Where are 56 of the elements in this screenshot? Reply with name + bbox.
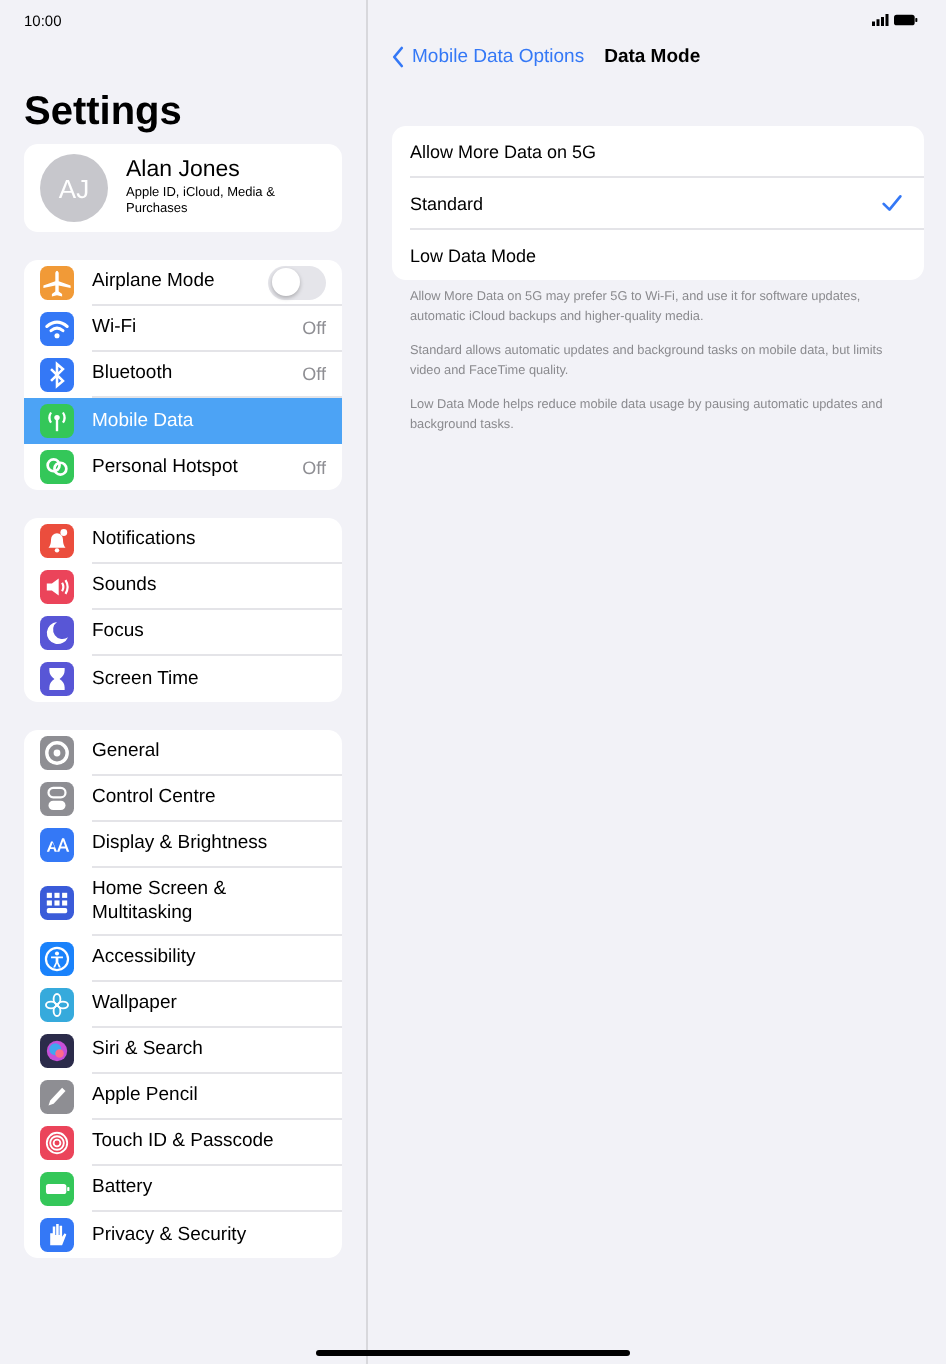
row-value: Off [302,457,326,477]
settings-row[interactable]: Control Centre [24,776,342,822]
row-label: Airplane Mode [92,270,215,294]
option-row[interactable]: Standard [410,178,924,230]
row-label: Privacy & Security [92,1223,247,1247]
battery-icon [894,14,918,26]
row-label: Personal Hotspot [92,455,238,479]
row-value: Off [302,364,326,384]
row-label: Mobile Data [92,409,194,433]
row-label: Focus [92,620,144,644]
settings-row[interactable]: General [24,730,342,776]
row-label: Accessibility [92,946,196,970]
settings-row[interactable]: Notifications [24,518,342,564]
settings-row[interactable]: Personal Hotspot Off [24,444,342,490]
settings-row[interactable]: Privacy & Security [24,1212,342,1258]
settings-row[interactable]: Screen Time [24,656,342,702]
sidebar-title: Settings [24,88,184,136]
option-label: Low Data Mode [410,245,537,265]
row-label: Sounds [92,574,157,598]
row-label: Siri & Search [92,1038,203,1062]
settings-row[interactable]: Focus [24,610,342,656]
row-value: Off [302,318,326,338]
row-label: Notifications [92,528,196,552]
settings-row[interactable]: Wallpaper [24,982,342,1028]
option-row[interactable]: Low Data Mode [410,230,924,280]
row-label: Display & Brightness [92,832,268,856]
row-label: Apple Pencil [92,1084,198,1108]
page-title: Data Mode [604,45,701,67]
option-row[interactable]: Allow More Data on 5G [410,126,924,178]
option-label: Standard [410,193,484,213]
avatar: AJ [40,154,108,222]
settings-row[interactable]: Wi-Fi Off [24,306,342,352]
option-label: Allow More Data on 5G [410,141,597,161]
airplane-toggle[interactable] [268,265,326,299]
row-label: Wallpaper [92,992,177,1016]
settings-row[interactable]: Accessibility [24,936,342,982]
settings-row[interactable]: Sounds [24,564,342,610]
row-label: Control Centre [92,786,216,810]
settings-row[interactable]: Home Screen & Multitasking [24,868,342,936]
settings-row[interactable]: Battery [24,1166,342,1212]
settings-row[interactable]: Apple Pencil [24,1074,342,1120]
settings-row[interactable]: Display & Brightness [24,822,342,868]
row-label: Wi-Fi [92,316,137,340]
row-label: Touch ID & Passcode [92,1130,274,1154]
row-label: Screen Time [92,667,199,691]
row-label: Battery [92,1176,153,1200]
settings-row[interactable]: Airplane Mode [24,260,342,306]
row-label: Home Screen & Multitasking [92,877,229,925]
back-button[interactable]: Mobile Data Options [392,45,585,67]
row-label: Bluetooth [92,362,173,386]
row-label: General [92,740,160,764]
settings-row[interactable]: Touch ID & Passcode [24,1120,342,1166]
settings-row[interactable]: Siri & Search [24,1028,342,1074]
chevron-left-icon [392,45,404,67]
profile-name: Alan Jones [126,157,242,181]
signal-icon [872,14,890,26]
